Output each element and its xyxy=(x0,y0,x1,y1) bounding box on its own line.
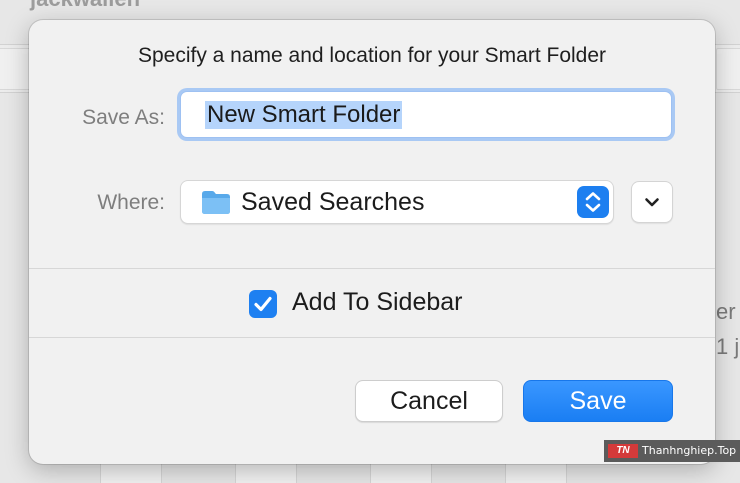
add-to-sidebar-label[interactable]: Add To Sidebar xyxy=(292,288,463,317)
expand-dialog-button[interactable] xyxy=(631,181,673,223)
watermark: TN Thanhnghiep.Top xyxy=(604,440,740,462)
up-down-chevron-icon[interactable] xyxy=(577,186,609,218)
background-text: er xyxy=(716,299,736,324)
save-as-field[interactable]: New Smart Folder xyxy=(180,91,672,138)
where-label: Where: xyxy=(97,191,165,214)
save-as-label: Save As: xyxy=(82,106,165,129)
save-as-value[interactable]: New Smart Folder xyxy=(205,101,403,129)
divider xyxy=(29,337,715,338)
dialog-title: Specify a name and location for your Sma… xyxy=(137,44,607,67)
smart-folder-save-dialog: Specify a name and location for your Sma… xyxy=(29,20,715,464)
add-to-sidebar-checkbox[interactable] xyxy=(249,290,277,318)
folder-icon xyxy=(200,189,232,220)
divider xyxy=(29,268,715,269)
checkmark-icon xyxy=(254,296,272,312)
background-window-title: jackwallen xyxy=(30,0,140,12)
background-text: 1 j xyxy=(716,334,740,359)
background-cell xyxy=(716,48,740,90)
chevron-down-icon xyxy=(632,198,672,226)
where-popup-button[interactable]: Saved Searches xyxy=(180,180,614,224)
watermark-text: Thanhnghiep.Top xyxy=(642,444,737,457)
cancel-button[interactable]: Cancel xyxy=(355,380,503,422)
where-value: Saved Searches xyxy=(241,188,425,216)
watermark-logo: TN xyxy=(608,444,638,458)
background-cell xyxy=(0,48,32,90)
save-button[interactable]: Save xyxy=(523,380,673,422)
